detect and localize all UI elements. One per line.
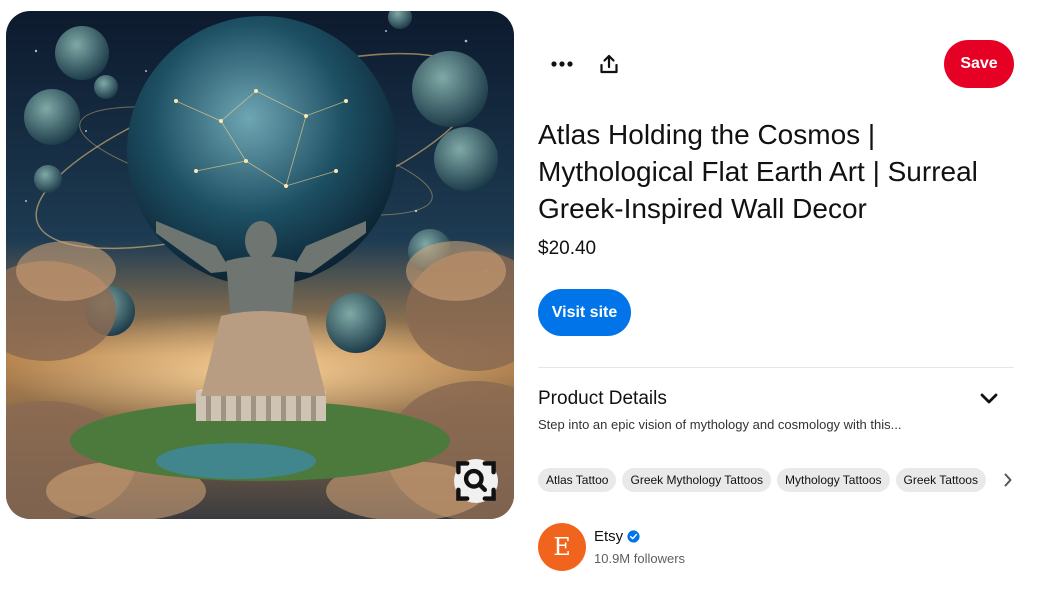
price: $20.40 — [538, 238, 597, 259]
creator-name[interactable]: Etsy — [594, 528, 623, 545]
tag-chip[interactable]: Greek Mythology Tattoos — [622, 468, 771, 492]
verified-badge-icon — [627, 530, 640, 543]
visual-search-button[interactable] — [454, 459, 498, 503]
follower-count: 10.9M followers — [594, 551, 686, 566]
avatar[interactable]: E — [538, 523, 586, 571]
share-icon — [600, 54, 618, 74]
pin-title: Atlas Holding the Cosmos | Mythological … — [538, 119, 978, 224]
tag-chip[interactable]: Atlas Tattoo — [538, 468, 617, 492]
chevron-right-icon — [1004, 473, 1012, 487]
more-options-icon — [551, 61, 573, 67]
creator-info: E Etsy 10.9M followers — [538, 523, 838, 571]
pin-image[interactable] — [6, 11, 514, 519]
pin-actions-bar: Save — [538, 40, 1014, 88]
divider — [538, 367, 1014, 368]
product-description: Step into an epic vision of mythology an… — [538, 417, 902, 432]
visual-search-icon — [456, 461, 496, 501]
product-details-heading: Product Details — [538, 388, 667, 409]
tags-next-button[interactable] — [998, 468, 1018, 492]
tag-list: Atlas Tattoo Greek Mythology Tattoos Myt… — [538, 468, 986, 492]
more-options-button[interactable] — [542, 44, 582, 84]
product-details-toggle[interactable] — [972, 384, 1006, 414]
tag-chip[interactable]: Greek Tattoos — [895, 468, 986, 492]
tag-chip[interactable]: Mythology Tattoos — [777, 468, 890, 492]
share-button[interactable] — [589, 44, 629, 84]
pin-illustration — [6, 11, 514, 519]
save-button[interactable]: Save — [944, 40, 1014, 88]
chevron-down-icon — [980, 393, 998, 404]
visit-site-button[interactable]: Visit site — [538, 289, 631, 336]
